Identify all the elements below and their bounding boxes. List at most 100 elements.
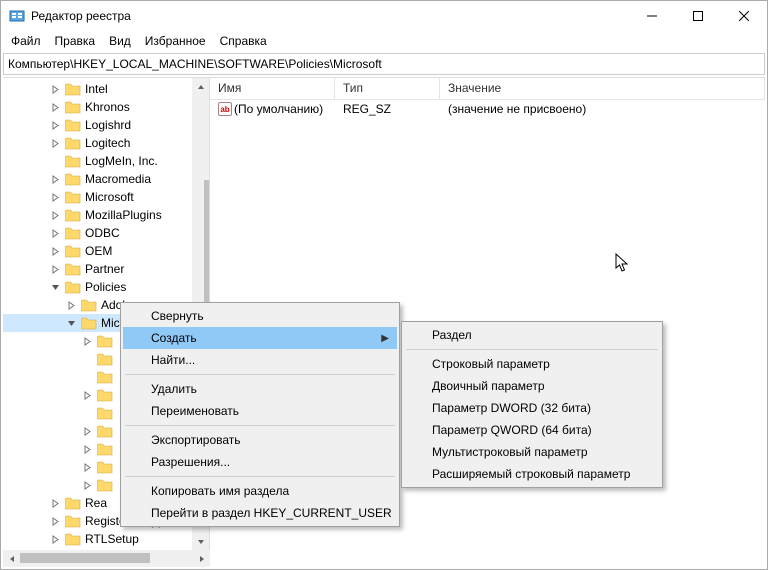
tree-collapsed-icon[interactable]	[51, 265, 65, 274]
tree-item[interactable]: ODBC	[3, 224, 209, 242]
tree-collapsed-icon[interactable]	[51, 247, 65, 256]
close-button[interactable]	[721, 1, 767, 31]
cm-permissions[interactable]: Разрешения...	[123, 451, 397, 473]
app-icon	[9, 8, 25, 24]
maximize-button[interactable]	[675, 1, 721, 31]
cm-separator	[125, 476, 395, 477]
tree-label: Microsoft	[85, 190, 138, 204]
tree-item[interactable]: MozillaPlugins	[3, 206, 209, 224]
folder-icon	[65, 83, 81, 96]
sm-dword[interactable]: Параметр DWORD (32 бита)	[404, 397, 660, 419]
tree-collapsed-icon[interactable]	[51, 517, 65, 526]
tree-collapsed-icon[interactable]	[83, 463, 97, 472]
tree-collapsed-icon[interactable]	[51, 121, 65, 130]
col-header-value[interactable]: Значение	[440, 78, 765, 99]
tree-collapsed-icon[interactable]	[51, 103, 65, 112]
tree-collapsed-icon[interactable]	[83, 481, 97, 490]
tree-collapsed-icon[interactable]	[51, 211, 65, 220]
tree-item[interactable]: Policies	[3, 278, 209, 296]
tree-collapsed-icon[interactable]	[83, 445, 97, 454]
tree-collapsed-icon[interactable]	[83, 391, 97, 400]
sm-string[interactable]: Строковый параметр	[404, 353, 660, 375]
titlebar[interactable]: Редактор реестра	[1, 1, 767, 31]
cm-rename[interactable]: Переименовать	[123, 400, 397, 422]
context-menu: Свернуть Создать▶ Найти... Удалить Переи…	[120, 302, 400, 527]
sm-key[interactable]: Раздел	[404, 324, 660, 346]
tree-item[interactable]: LogMeIn, Inc.	[3, 152, 209, 170]
sm-qword[interactable]: Параметр QWORD (64 бита)	[404, 419, 660, 441]
string-value-icon: ab	[218, 102, 232, 116]
scroll-up-arrow[interactable]	[192, 78, 209, 95]
folder-icon	[65, 155, 81, 168]
folder-icon	[97, 479, 113, 492]
registry-editor-window: Редактор реестра Файл Правка Вид Избранн…	[0, 0, 768, 570]
hscroll-thumb[interactable]	[20, 553, 150, 563]
tree-item[interactable]: Microsoft	[3, 188, 209, 206]
tree-item[interactable]: Logishrd	[3, 116, 209, 134]
folder-icon	[65, 173, 81, 186]
tree-item[interactable]: RTLSetup	[3, 530, 209, 548]
tree-item[interactable]: Khronos	[3, 98, 209, 116]
tree-item[interactable]: OEM	[3, 242, 209, 260]
tree-collapsed-icon[interactable]	[51, 499, 65, 508]
tree-collapsed-icon[interactable]	[67, 301, 81, 310]
value-type: REG_SZ	[335, 102, 440, 116]
tree-expanded-icon[interactable]	[51, 283, 65, 292]
tree-label: Policies	[85, 280, 130, 294]
sm-multistring[interactable]: Мультистроковый параметр	[404, 441, 660, 463]
menu-help[interactable]: Справка	[214, 32, 273, 50]
tree-item[interactable]: Partner	[3, 260, 209, 278]
cm-goto-hkcu[interactable]: Перейти в раздел HKEY_CURRENT_USER	[123, 502, 397, 524]
menubar: Файл Правка Вид Избранное Справка	[1, 31, 767, 51]
minimize-button[interactable]	[629, 1, 675, 31]
tree-collapsed-icon[interactable]	[51, 139, 65, 148]
hscroll-right-arrow[interactable]	[193, 550, 210, 567]
tree-label: Intel	[85, 82, 112, 96]
cm-delete[interactable]: Удалить	[123, 378, 397, 400]
menu-view[interactable]: Вид	[103, 32, 137, 50]
list-row-default[interactable]: ab (По умолчанию) REG_SZ (значение не пр…	[210, 100, 765, 118]
folder-icon	[65, 119, 81, 132]
folder-icon	[65, 497, 81, 510]
scroll-down-arrow[interactable]	[192, 533, 209, 550]
address-bar[interactable]: Компьютер\HKEY_LOCAL_MACHINE\SOFTWARE\Po…	[3, 53, 765, 75]
sm-binary[interactable]: Двоичный параметр	[404, 375, 660, 397]
tree-collapsed-icon[interactable]	[83, 427, 97, 436]
cm-separator	[125, 425, 395, 426]
tree-label: Logishrd	[85, 118, 135, 132]
cm-export[interactable]: Экспортировать	[123, 429, 397, 451]
tree-collapsed-icon[interactable]	[51, 229, 65, 238]
hscroll-left-arrow[interactable]	[3, 550, 20, 567]
sm-expandstring[interactable]: Расширяемый строковый параметр	[404, 463, 660, 485]
tree-label: Macromedia	[85, 172, 155, 186]
cm-find[interactable]: Найти...	[123, 349, 397, 371]
folder-icon	[65, 227, 81, 240]
cm-collapse[interactable]: Свернуть	[123, 305, 397, 327]
col-header-name[interactable]: Имя	[210, 78, 335, 99]
tree-collapsed-icon[interactable]	[51, 175, 65, 184]
menu-file[interactable]: Файл	[5, 32, 47, 50]
tree-expanded-icon[interactable]	[67, 319, 81, 328]
folder-icon	[97, 389, 113, 402]
tree-collapsed-icon[interactable]	[51, 535, 65, 544]
tree-item[interactable]: Logitech	[3, 134, 209, 152]
tree-item[interactable]: Macromedia	[3, 170, 209, 188]
folder-icon	[65, 209, 81, 222]
tree-collapsed-icon[interactable]	[83, 337, 97, 346]
menu-edit[interactable]: Правка	[49, 32, 102, 50]
tree-collapsed-icon[interactable]	[51, 193, 65, 202]
tree-hscrollbar[interactable]	[3, 550, 210, 567]
folder-icon	[97, 335, 113, 348]
menu-favorites[interactable]: Избранное	[139, 32, 212, 50]
cm-create[interactable]: Создать▶	[123, 327, 397, 349]
folder-icon	[65, 263, 81, 276]
tree-item[interactable]: Intel	[3, 80, 209, 98]
value-name: (По умолчанию)	[234, 102, 323, 116]
folder-icon	[81, 317, 97, 330]
folder-icon	[65, 245, 81, 258]
tree-label: Khronos	[85, 100, 134, 114]
col-header-type[interactable]: Тип	[335, 78, 440, 99]
tree-collapsed-icon[interactable]	[51, 85, 65, 94]
cm-copy-key-name[interactable]: Копировать имя раздела	[123, 480, 397, 502]
folder-icon	[97, 371, 113, 384]
